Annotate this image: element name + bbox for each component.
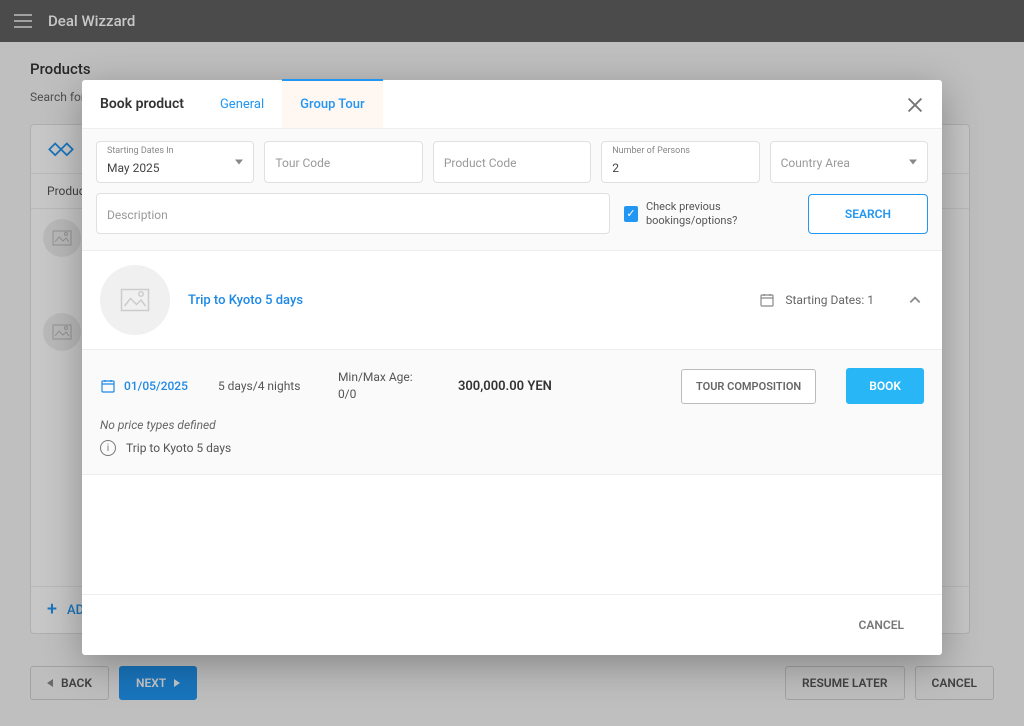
modal-cancel-button[interactable]: CANCEL [843,609,920,641]
starting-dates-select[interactable]: Starting Dates In May 2025 [96,141,254,183]
modal-title: Book product [82,80,202,128]
result-title: Trip to Kyoto 5 days [188,293,741,308]
chevron-down-icon [909,160,917,165]
product-code-input[interactable]: Product Code [433,141,591,183]
image-placeholder-icon [100,265,170,335]
departure-date[interactable]: 01/05/2025 [100,378,188,394]
no-price-types: No price types defined [100,418,924,432]
checkbox-checked-icon: ✓ [624,206,638,222]
info-icon: i [100,440,116,456]
starting-dates-count: Starting Dates: 1 [785,293,874,307]
description-input[interactable]: Description [96,193,610,234]
country-area-select[interactable]: Country Area [770,141,928,183]
filter-bar: Starting Dates In May 2025 Tour Code Pro… [82,129,942,251]
tour-composition-button[interactable]: TOUR COMPOSITION [681,369,816,404]
book-button[interactable]: BOOK [846,368,924,404]
book-product-modal: Book product General Group Tour Starting… [82,80,942,655]
duration: 5 days/4 nights [218,378,308,395]
chevron-down-icon [235,160,243,165]
search-button[interactable]: SEARCH [808,194,928,234]
result-detail: 01/05/2025 5 days/4 nights Min/Max Age: … [82,350,942,475]
tab-general[interactable]: General [202,81,282,128]
chevron-up-icon[interactable] [906,291,924,309]
tab-group-tour[interactable]: Group Tour [282,79,382,128]
result-header[interactable]: Trip to Kyoto 5 days Starting Dates: 1 [82,251,942,350]
modal-overlay: Book product General Group Tour Starting… [0,0,1024,726]
persons-input[interactable]: Number of Persons 2 [601,141,759,183]
calendar-icon [759,292,775,308]
close-icon[interactable] [904,94,926,116]
check-previous-checkbox[interactable]: ✓ Check previous bookings/options? [624,200,794,226]
age-range: Min/Max Age: 0/0 [338,369,428,403]
tour-code-input[interactable]: Tour Code [264,141,422,183]
calendar-icon [100,378,116,394]
price: 300,000.00 YEN [458,379,552,394]
info-row: i Trip to Kyoto 5 days [100,440,924,456]
